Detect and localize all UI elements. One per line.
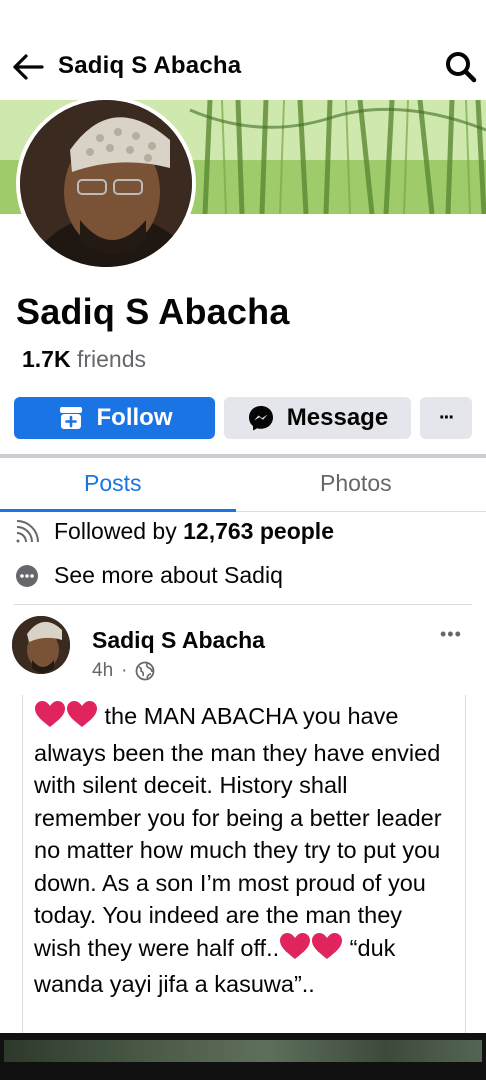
post-media-preview[interactable] — [4, 1040, 482, 1062]
tab-posts[interactable]: Posts — [84, 470, 142, 497]
heart-icon — [279, 932, 311, 969]
follow-icon — [59, 407, 82, 429]
more-info-icon — [16, 564, 38, 587]
follow-button[interactable]: Follow — [14, 397, 215, 439]
profile-avatar-frame[interactable] — [16, 96, 196, 271]
heart-icon — [34, 700, 66, 737]
followed-by-label: Followed by — [54, 518, 177, 544]
post-meta: 4h · — [92, 660, 155, 682]
more-options-icon: ··· — [439, 406, 455, 429]
globe-icon — [136, 661, 155, 681]
friends-label: friends — [76, 346, 147, 372]
friends-count-value: 1.7K — [22, 346, 71, 372]
tab-photos[interactable]: Photos — [320, 470, 392, 497]
back-arrow-icon[interactable] — [10, 52, 46, 82]
message-button[interactable]: Message — [224, 397, 411, 439]
see-more-about-label: See more about Sadiq — [54, 562, 283, 588]
friends-count[interactable]: 1.7K friends — [22, 346, 146, 373]
post-more-options-button[interactable]: ••• — [440, 624, 474, 648]
followers-count: 12,763 people — [183, 518, 334, 544]
post-text-part1: the MAN ABACHA you have always been the … — [34, 703, 442, 961]
post-author-name[interactable]: Sadiq S Abacha — [92, 627, 265, 654]
post-author-avatar[interactable] — [12, 616, 70, 674]
profile-avatar — [20, 100, 192, 267]
top-bar: Sadiq S Abacha — [0, 38, 486, 96]
heart-icon — [66, 700, 98, 737]
page-title: Sadiq S Abacha — [58, 52, 242, 79]
post-time[interactable]: 4h — [92, 660, 113, 682]
section-divider — [0, 454, 486, 458]
rss-icon — [16, 519, 39, 542]
heart-icon — [311, 932, 343, 969]
follow-label: Follow — [96, 404, 173, 431]
post-text: the MAN ABACHA you have always been the … — [34, 700, 444, 1001]
messenger-icon — [248, 406, 273, 431]
followers-row: Followed by 12,763 people — [14, 518, 334, 545]
see-more-about-row[interactable]: See more about Sadiq — [14, 562, 283, 589]
about-divider — [14, 604, 472, 605]
profile-name: Sadiq S Abacha — [16, 291, 290, 332]
search-icon[interactable] — [444, 50, 478, 84]
post-meta-separator: · — [121, 660, 128, 681]
more-options-button[interactable]: ··· — [420, 397, 472, 439]
message-label: Message — [286, 404, 389, 431]
post-more-icon: ••• — [440, 624, 462, 644]
active-tab-indicator — [0, 509, 236, 512]
